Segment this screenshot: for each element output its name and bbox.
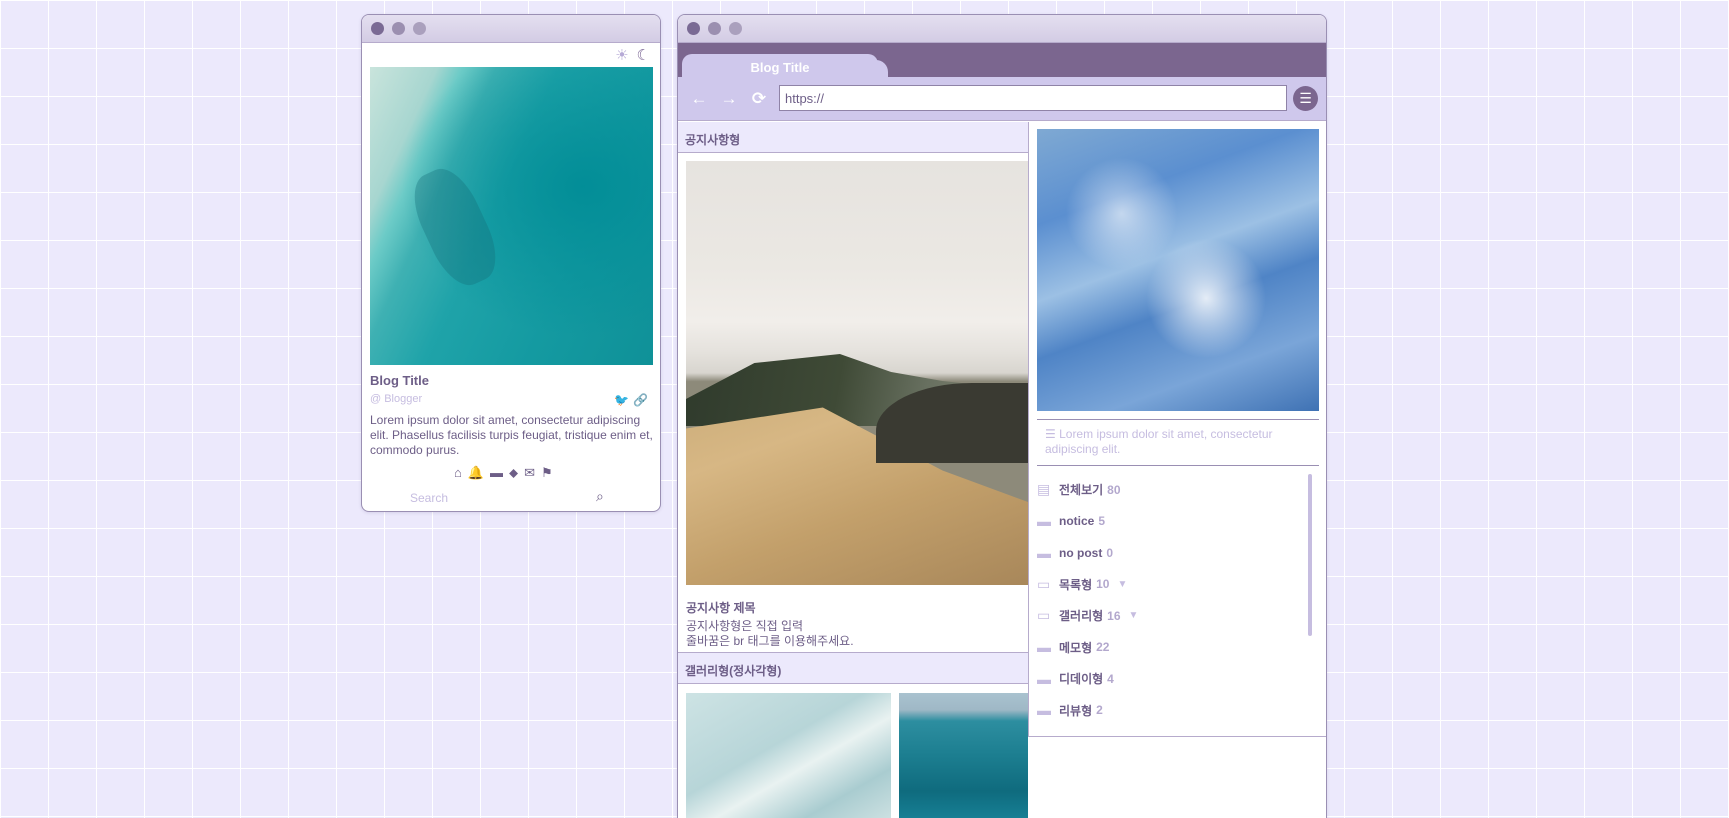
sidebar: ☰ Lorem ipsum dolor sit amet, consectetu…	[1028, 122, 1326, 737]
folder-icon: ▬	[1037, 670, 1051, 687]
close-window-button[interactable]	[371, 22, 384, 35]
gallery-section-title: 갤러리형(정사각형)	[678, 653, 1028, 684]
reload-icon[interactable]: ⟳	[744, 89, 774, 109]
chevron-down-icon[interactable]: ▼	[1129, 610, 1139, 621]
category-count: 22	[1096, 640, 1110, 655]
category-count: 10	[1096, 577, 1110, 592]
sidebar-description: ☰ Lorem ipsum dolor sit amet, consectetu…	[1045, 427, 1273, 456]
main-column: 공지사항형 공지사항 제목 공지사항형은 직접 입력 줄바꿈은 br 태그를 이…	[678, 122, 1028, 818]
notice-image[interactable]	[686, 161, 1028, 585]
folder-open-icon: ▭	[1037, 607, 1051, 624]
browser-toolbar: ← → ⟳ ☰	[678, 77, 1326, 121]
sun-icon[interactable]: ☀	[615, 48, 628, 63]
maximize-window-button[interactable]	[413, 22, 426, 35]
moon-icon[interactable]: ☾	[637, 48, 650, 63]
sidebar-scrollbar[interactable]	[1308, 474, 1312, 636]
search-input[interactable]	[410, 487, 570, 509]
theme-toggle: ☀ ☾	[615, 48, 650, 63]
browser-window: Blog Title ← → ⟳ ☰ 공지사항형 공지사항 제목 공지사항형은 …	[677, 14, 1327, 818]
gallery-grid	[686, 693, 1028, 818]
notice-body-line: 공지사항형은 직접 입력	[686, 619, 804, 633]
category-list: ▤ 전체보기 80 ▬ notice 5 ▬ no post 0 ▭ 목록형 1…	[1037, 474, 1311, 729]
category-name: 리뷰형	[1059, 703, 1093, 718]
tab-strip: Blog Title	[678, 43, 1326, 80]
tag-icon[interactable]: ⬥	[509, 465, 518, 481]
folder-icon: ▬	[1037, 513, 1051, 530]
window-titlebar	[362, 15, 660, 43]
folder-icon: ▬	[1037, 702, 1051, 719]
forward-icon[interactable]: →	[714, 89, 744, 109]
minimize-window-button[interactable]	[708, 22, 721, 35]
twitter-icon[interactable]: 🐦	[614, 393, 633, 407]
category-count: 5	[1098, 514, 1106, 529]
category-count: 4	[1107, 671, 1114, 686]
category-name: 전체보기	[1059, 483, 1104, 498]
chevron-down-icon[interactable]: ▼	[1117, 579, 1127, 590]
notice-body: 공지사항형은 직접 입력 줄바꿈은 br 태그를 이용해주세요.	[686, 619, 854, 649]
home-icon[interactable]: ⌂	[454, 465, 462, 481]
mail-icon[interactable]: ✉	[524, 465, 535, 481]
gallery-item[interactable]	[686, 693, 891, 818]
nav-icon-bar: ⌂ 🔔 ▬ ⬥ ✉ ⚑	[454, 465, 553, 481]
gallery-item[interactable]	[899, 693, 1028, 818]
page-content: 공지사항형 공지사항 제목 공지사항형은 직접 입력 줄바꿈은 br 태그를 이…	[678, 122, 1326, 818]
category-item[interactable]: ▭ 갤러리형 16 ▼	[1037, 600, 1311, 632]
category-count: 16	[1107, 608, 1121, 623]
category-name: 디데이형	[1059, 672, 1104, 687]
folder-icon: ▬	[1037, 544, 1051, 561]
folder-icon[interactable]: ▬	[490, 465, 503, 481]
folder-icon: ▤	[1037, 481, 1051, 498]
bell-icon[interactable]: 🔔	[468, 465, 484, 481]
folder-open-icon: ▭	[1037, 575, 1051, 592]
flag-icon[interactable]: ⚑	[541, 465, 553, 481]
category-item[interactable]: ▭ 목록형 10 ▼	[1037, 569, 1311, 601]
category-name: 메모형	[1059, 640, 1093, 655]
category-item[interactable]: ▬ 리뷰형 2	[1037, 695, 1311, 727]
maximize-window-button[interactable]	[729, 22, 742, 35]
menu-icon[interactable]: ☰	[1293, 86, 1318, 111]
notice-body-line: 줄바꿈은 br 태그를 이용해주세요.	[686, 634, 854, 648]
category-item[interactable]: ▬ 메모형 22	[1037, 632, 1311, 664]
folder-icon: ▬	[1037, 639, 1051, 656]
category-item[interactable]: ▬ notice 5	[1037, 506, 1311, 538]
notice-title[interactable]: 공지사항 제목	[686, 599, 756, 616]
gallery-section: 갤러리형(정사각형)	[678, 652, 1028, 684]
divider	[1037, 465, 1319, 466]
url-input[interactable]	[779, 85, 1287, 111]
category-count: 2	[1096, 703, 1103, 718]
category-name: 목록형	[1059, 577, 1093, 592]
blog-description: Lorem ipsum dolor sit amet, consectetur …	[370, 413, 653, 457]
sidebar-image	[1037, 129, 1319, 411]
category-name: no post	[1059, 545, 1103, 560]
category-item[interactable]: ▤ 전체보기 80	[1037, 474, 1311, 506]
category-item[interactable]: ▬ 디데이형 4	[1037, 663, 1311, 695]
category-name: notice	[1059, 514, 1095, 529]
category-item[interactable]: ▬ no post 0	[1037, 537, 1311, 569]
back-icon[interactable]: ←	[684, 89, 714, 109]
blog-title[interactable]: Blog Title	[370, 373, 429, 388]
minimize-window-button[interactable]	[392, 22, 405, 35]
profile-window: ☀ ☾ Blog Title @ Blogger 🐦🔗 Lorem ipsum …	[361, 14, 661, 512]
window-titlebar	[678, 15, 1326, 43]
category-count: 80	[1107, 482, 1121, 497]
blogger-name: @ Blogger	[370, 393, 423, 405]
search-icon[interactable]: ⌕	[596, 488, 604, 505]
close-window-button[interactable]	[687, 22, 700, 35]
category-name: 갤러리형	[1059, 609, 1104, 624]
social-links: 🐦🔗	[614, 393, 652, 407]
notice-section-title: 공지사항형	[678, 122, 1028, 153]
profile-image	[370, 67, 653, 365]
link-icon[interactable]: 🔗	[633, 393, 652, 407]
divider	[1037, 419, 1319, 420]
category-count: 0	[1106, 545, 1114, 560]
